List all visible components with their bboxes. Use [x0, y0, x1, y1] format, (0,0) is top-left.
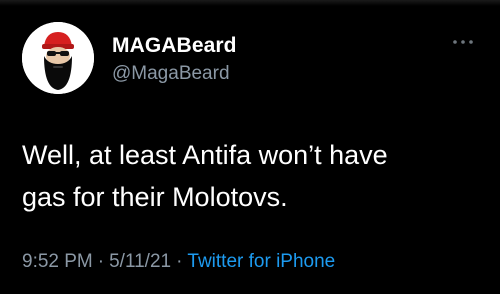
- top-divider: [0, 0, 500, 6]
- tweet-source-link[interactable]: Twitter for iPhone: [187, 251, 335, 272]
- bearded-man-icon: [22, 22, 94, 94]
- tweet-text-line: gas for their Molotovs.: [22, 182, 288, 212]
- separator: ·: [176, 251, 183, 272]
- tweet-card: MAGABeard @MagaBeard Well, at least Anti…: [0, 0, 500, 294]
- tweet-metadata: 9:52 PM · 5/11/21 · Twitter for iPhone: [22, 251, 335, 273]
- tweet-text-line: Well, at least Antifa won’t have: [22, 140, 388, 170]
- tweet-date[interactable]: 5/11/21: [109, 251, 171, 272]
- display-name[interactable]: MAGABeard: [112, 34, 237, 58]
- user-handle[interactable]: @MagaBeard: [112, 63, 230, 85]
- tweet-text: Well, at least Antifa won’t have gas for…: [22, 134, 482, 218]
- tweet-time[interactable]: 9:52 PM: [22, 251, 93, 272]
- avatar[interactable]: [22, 22, 94, 94]
- more-options-icon[interactable]: [452, 38, 474, 46]
- separator: ·: [97, 251, 105, 272]
